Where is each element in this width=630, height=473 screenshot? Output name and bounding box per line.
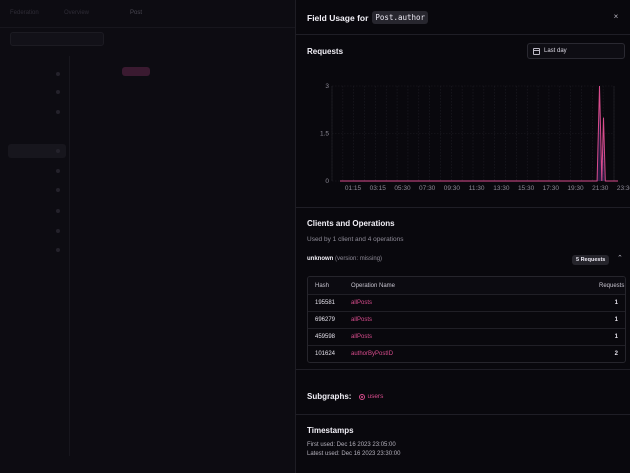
- operation-requests: 2: [614, 351, 618, 357]
- requests-chart: 3 1.5 0 01:15 03:15 05:30 07:30 09:30 11:30 13:30…: [320, 83, 630, 192]
- x-tick-label: 23:30: [617, 185, 630, 192]
- background-breadcrumb: Overview: [64, 10, 90, 16]
- y-tick-label: 0: [325, 178, 329, 185]
- x-tick-label: 13:30: [493, 185, 510, 192]
- latest-used-timestamp: Latest used: Dec 16 2023 23:30:00: [307, 451, 401, 457]
- background-breadcrumb: Post: [130, 10, 143, 16]
- chevron-up-icon[interactable]: ⌃: [617, 254, 623, 262]
- calendar-icon: [533, 47, 540, 55]
- divider: [296, 414, 630, 415]
- clients-summary: Used by 1 client and 4 operations: [307, 236, 404, 243]
- x-tick-label: 15:30: [518, 185, 535, 192]
- drawer-title: Field Usage for Post.author: [307, 11, 429, 24]
- x-tick-label: 03:15: [370, 185, 387, 192]
- background-sidebar: [0, 56, 70, 456]
- divider: [296, 207, 630, 208]
- table-row: 696279 allPosts 1: [308, 311, 625, 328]
- y-tick-label: 1.5: [320, 131, 329, 138]
- operation-hash: 459598: [315, 334, 336, 340]
- subgraphs-row: Subgraphs: users: [307, 392, 383, 401]
- y-tick-label: 3: [325, 83, 329, 90]
- operation-hash: 195581: [315, 300, 336, 306]
- table-row: 101624 authorByPostID 2: [308, 345, 625, 362]
- x-tick-label: 05:30: [394, 185, 411, 192]
- subgraph-link-label: users: [367, 393, 384, 400]
- column-header-requests: Requests: [599, 282, 625, 289]
- subgraph-icon: [359, 393, 366, 400]
- operation-requests: 1: [614, 317, 618, 323]
- time-range-label: Last day: [544, 48, 567, 54]
- field-name-code: Post.author: [372, 11, 429, 24]
- column-header-hash: Hash: [315, 282, 330, 289]
- operation-name-link[interactable]: authorByPostID: [351, 351, 599, 357]
- client-row[interactable]: unknown (version: missing): [307, 256, 382, 262]
- close-icon[interactable]: ×: [611, 12, 621, 22]
- time-range-select[interactable]: Last day: [527, 43, 625, 59]
- clients-heading: Clients and Operations: [307, 219, 395, 228]
- operation-hash: 696279: [315, 317, 336, 323]
- operation-hash: 101624: [315, 351, 336, 357]
- drawer-title-text: Field Usage for: [307, 12, 369, 23]
- timestamps-heading: Timestamps: [307, 426, 354, 435]
- first-used-timestamp: First used: Dec 16 2023 23:05:00: [307, 442, 396, 448]
- x-tick-label: 07:30: [419, 185, 436, 192]
- divider: [296, 369, 630, 370]
- background-breadcrumb: Federation: [10, 10, 39, 16]
- x-tick-label: 17:30: [543, 185, 560, 192]
- x-tick-label: 19:30: [567, 185, 584, 192]
- subgraph-link-users[interactable]: users: [359, 393, 383, 400]
- divider: [296, 34, 630, 35]
- subgraphs-label: Subgraphs:: [307, 392, 352, 401]
- operations-table: Hash Operation Name Requests 195581 allP…: [307, 276, 626, 363]
- background-graph-select: [10, 32, 104, 46]
- column-header-operation-name: Operation Name: [351, 282, 396, 289]
- operation-name-link[interactable]: allPosts: [351, 334, 599, 340]
- x-tick-label: 09:30: [444, 185, 461, 192]
- table-row: 195581 allPosts 1: [308, 294, 625, 311]
- x-tick-label: 01:15: [345, 185, 362, 192]
- client-version: (version: missing): [335, 256, 383, 262]
- operation-requests: 1: [614, 300, 618, 306]
- table-row: 459598 allPosts 1: [308, 328, 625, 345]
- requests-heading: Requests: [307, 47, 344, 56]
- x-tick-label: 21:30: [592, 185, 609, 192]
- requests-count-badge: 5 Requests: [572, 255, 610, 265]
- table-header: Hash Operation Name Requests: [308, 277, 625, 294]
- field-usage-drawer: Field Usage for Post.author × Requests L…: [295, 0, 630, 473]
- operation-name-link[interactable]: allPosts: [351, 300, 599, 306]
- background-pill: [122, 67, 150, 76]
- operation-name-link[interactable]: allPosts: [351, 317, 599, 323]
- operation-requests: 1: [614, 334, 618, 340]
- x-tick-label: 11:30: [469, 185, 485, 192]
- client-name: unknown: [307, 256, 334, 262]
